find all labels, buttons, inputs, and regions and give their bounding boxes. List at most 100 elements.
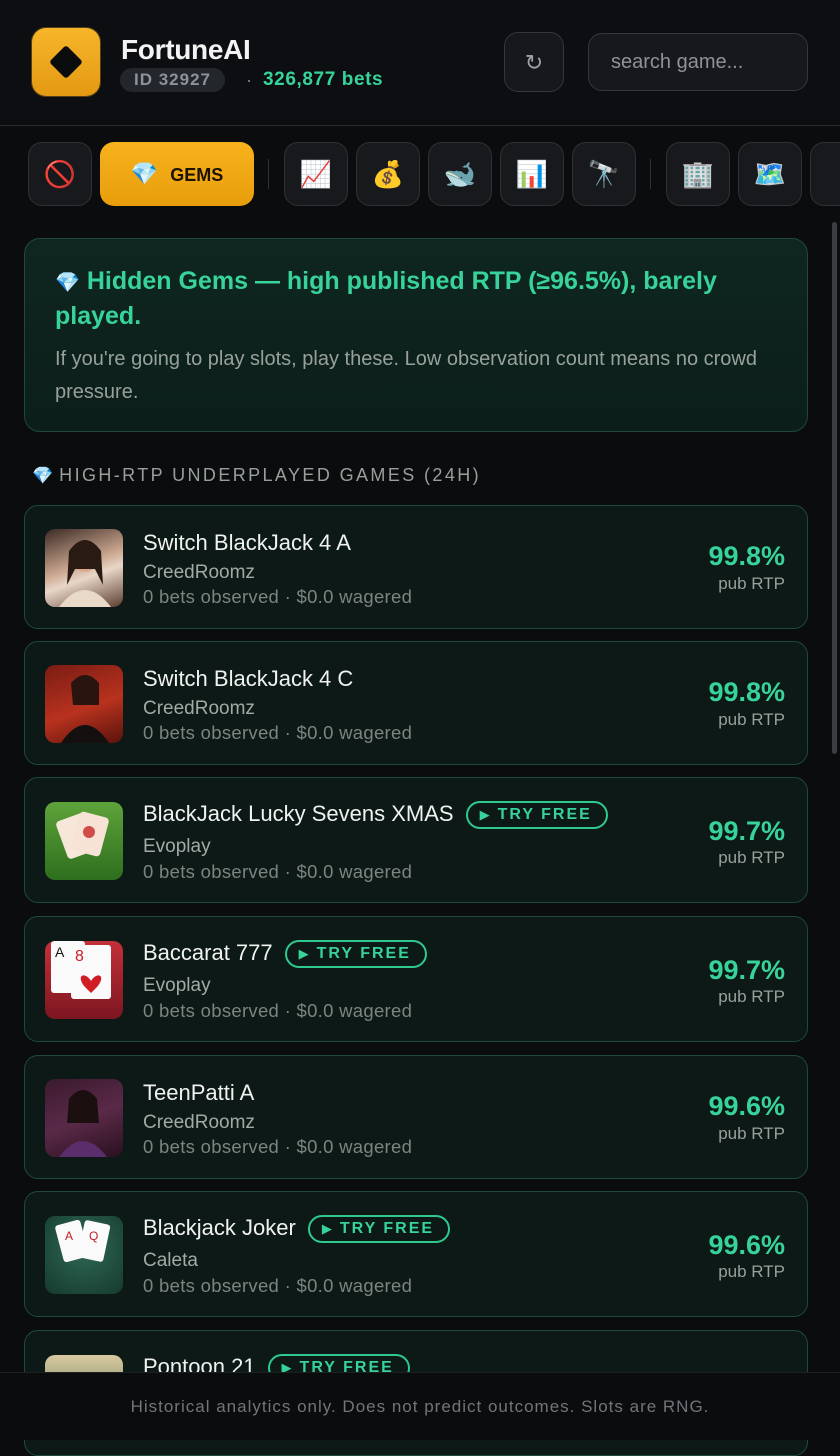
try-free-label: TRY FREE — [339, 1220, 435, 1238]
game-name: Blackjack Joker ▶ TRY FREE — [143, 1215, 451, 1244]
game-provider: Evoplay — [143, 836, 211, 857]
game-title: TeenPatti A — [143, 1080, 255, 1105]
svg-text:A: A — [65, 1229, 73, 1243]
playing-cards-icon — [56, 811, 109, 859]
filter-hide-button[interactable]: 🚫 — [28, 142, 92, 206]
try-free-button[interactable]: ▶ TRY FREE — [307, 1215, 451, 1244]
game-provider: CreedRoomz — [143, 698, 255, 719]
section-heading-text: HIGH-RTP UNDERPLAYED GAMES (24H) — [59, 465, 482, 485]
rtp-label: pub RTP — [718, 1124, 785, 1143]
game-name: BlackJack Lucky Sevens XMAS ▶ TRY FREE — [143, 801, 608, 830]
footer-disclaimer: Historical analytics only. Does not pred… — [0, 1372, 840, 1440]
game-name: TeenPatti A — [143, 1080, 254, 1106]
filter-money-button[interactable]: 💰 — [356, 142, 420, 206]
game-thumbnail — [45, 529, 123, 607]
try-free-button[interactable]: ▶ TRY FREE — [465, 801, 608, 830]
filter-map-button[interactable]: 🗺️ — [738, 142, 802, 206]
game-thumbnail — [45, 802, 123, 880]
rtp-label: pub RTP — [718, 987, 785, 1006]
telescope-icon: 🔭 — [587, 159, 621, 189]
filter-divider — [650, 159, 651, 189]
rtp-label: pub RTP — [718, 574, 785, 593]
bar-chart-icon: 📊 — [515, 159, 549, 189]
filter-gems-label: GEMS — [170, 165, 224, 185]
filter-trending-button[interactable]: 📈 — [284, 142, 348, 206]
office-building-icon: 🏢 — [681, 159, 715, 189]
game-stats: 0 bets observed · $0.0 wagered — [143, 722, 413, 743]
app-title: FortuneAI — [121, 34, 251, 65]
game-stats: 0 bets observed · $0.0 wagered — [143, 1275, 413, 1296]
game-card[interactable]: BlackJack Lucky Sevens XMAS ▶ TRY FREE Evo… — [24, 777, 808, 903]
game-card[interactable]: Switch BlackJack 4 A CreedRoomz 0 bets o… — [24, 505, 808, 629]
game-name: Baccarat 777 ▶ TRY FREE — [143, 940, 427, 969]
map-icon: 🗺️ — [753, 159, 787, 189]
play-icon: ▶ — [298, 946, 309, 962]
game-stats: 0 bets observed · $0.0 wagered — [143, 586, 413, 607]
rtp-value: 99.8% — [708, 541, 785, 571]
game-provider: Caleta — [143, 1250, 198, 1271]
game-provider: CreedRoomz — [143, 562, 255, 583]
play-icon: ▶ — [321, 1221, 332, 1237]
app-logo-icon — [32, 28, 100, 96]
game-thumbnail — [45, 665, 123, 743]
rtp-value: 99.6% — [708, 1230, 785, 1260]
game-title: BlackJack Lucky Sevens XMAS — [143, 801, 454, 826]
filter-divider — [268, 159, 269, 189]
rtp-value: 99.6% — [708, 1091, 785, 1121]
rtp-label: pub RTP — [718, 1262, 785, 1281]
play-icon: ▶ — [479, 807, 490, 823]
try-free-label: TRY FREE — [316, 945, 411, 963]
hidden-gems-info-card: 💎 Hidden Gems — high published RTP (≥96.… — [24, 238, 808, 432]
gem-icon: 💎 — [32, 466, 54, 485]
dealer-portrait-icon — [61, 675, 109, 743]
info-title: 💎 Hidden Gems — high published RTP (≥96.… — [55, 265, 777, 333]
filter-gems-button[interactable]: 💎 GEMS — [100, 142, 254, 206]
game-card[interactable]: TeenPatti A CreedRoomz 0 bets observed ·… — [24, 1055, 808, 1179]
filter-explore-button[interactable]: 🔭 — [572, 142, 636, 206]
filter-more-button[interactable] — [810, 142, 840, 206]
game-name: Switch BlackJack 4 C — [143, 666, 353, 692]
scrollbar[interactable] — [832, 222, 837, 754]
try-free-button[interactable]: ▶ TRY FREE — [284, 940, 427, 969]
money-bag-icon: 💰 — [371, 159, 405, 189]
app-header: FortuneAI ID 32927 · 326,877 bets ↻ — [0, 0, 840, 126]
game-thumbnail: A Q — [45, 1216, 123, 1294]
game-title: Baccarat 777 — [143, 940, 273, 965]
svg-text:A: A — [55, 944, 65, 960]
game-card[interactable]: A Q Blackjack Joker ▶ TRY FREE Caleta 0 be… — [24, 1191, 808, 1317]
game-provider: CreedRoomz — [143, 1112, 255, 1133]
no-entry-icon: 🚫 — [43, 159, 77, 189]
game-thumbnail — [45, 1079, 123, 1157]
rtp-label: pub RTP — [718, 710, 785, 729]
rtp-value: 99.7% — [708, 955, 785, 985]
rtp-value: 99.7% — [708, 816, 785, 846]
game-stats: 0 bets observed · $0.0 wagered — [143, 1136, 413, 1157]
playing-cards-icon: A Q — [55, 1219, 111, 1263]
filter-bar: 🚫 💎 GEMS 📈 💰 🐋 📊 🔭 🏢 🗺️ — [0, 127, 840, 223]
refresh-button[interactable]: ↻ — [504, 32, 564, 92]
game-stats: 0 bets observed · $0.0 wagered — [143, 1000, 413, 1021]
game-title: Blackjack Joker — [143, 1215, 296, 1240]
total-bets-count: 326,877 bets — [263, 69, 384, 90]
gem-icon: 💎 — [55, 272, 80, 294]
gem-icon: 💎 — [130, 161, 159, 186]
game-card[interactable]: A 8 Baccarat 777 ▶ TRY FREE Evoplay 0 bets… — [24, 916, 808, 1042]
dealer-portrait-icon — [59, 1090, 107, 1157]
svg-text:8: 8 — [75, 948, 84, 965]
filter-stats-button[interactable]: 📊 — [500, 142, 564, 206]
try-free-label: TRY FREE — [497, 806, 592, 824]
filter-provider-button[interactable]: 🏢 — [666, 142, 730, 206]
rtp-value: 99.8% — [708, 677, 785, 707]
search-input[interactable] — [588, 33, 808, 91]
whale-icon: 🐋 — [443, 159, 477, 189]
game-title: Switch BlackJack 4 C — [143, 666, 354, 691]
game-card[interactable]: Switch BlackJack 4 C CreedRoomz 0 bets o… — [24, 641, 808, 765]
filter-whale-button[interactable]: 🐋 — [428, 142, 492, 206]
user-id-badge: ID 32927 — [120, 68, 225, 92]
game-stats: 0 bets observed · $0.0 wagered — [143, 861, 413, 882]
playing-cards-icon: A 8 — [51, 941, 111, 999]
dealer-portrait-icon — [59, 540, 111, 607]
game-title: Switch BlackJack 4 A — [143, 530, 351, 555]
separator-dot: · — [246, 70, 252, 90]
chart-increasing-icon: 📈 — [299, 159, 333, 189]
